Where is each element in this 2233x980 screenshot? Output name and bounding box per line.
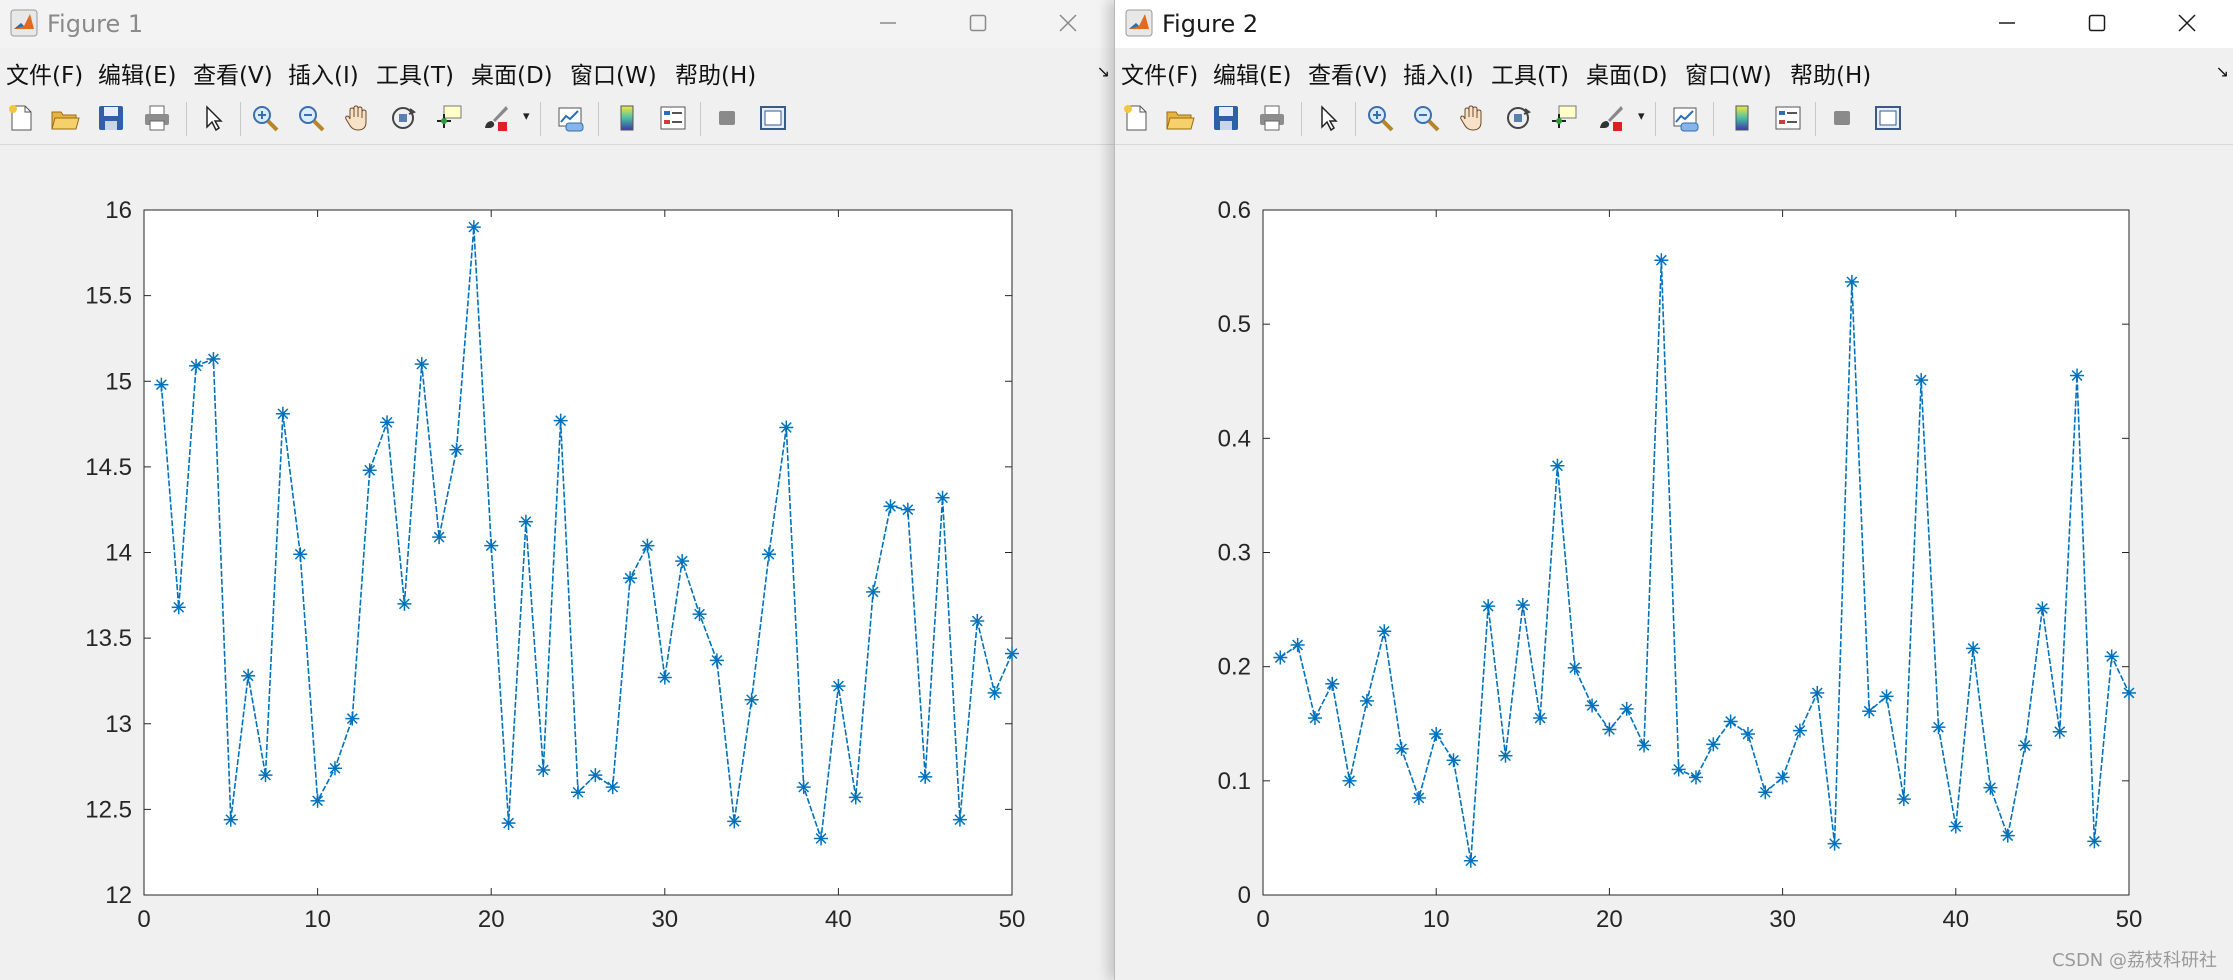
y-tick-label: 14 — [105, 540, 132, 567]
x-tick-label: 40 — [825, 906, 852, 933]
x-tick-label: 50 — [2116, 906, 2143, 933]
data-point-marker — [258, 768, 273, 783]
x-tick-label: 10 — [304, 906, 331, 933]
data-point-marker — [362, 463, 377, 478]
y-tick-label: 0.4 — [1218, 425, 1251, 452]
data-point-marker — [2122, 685, 2136, 700]
y-tick-label: 15.5 — [85, 283, 132, 310]
data-point-marker — [275, 406, 290, 421]
watermark: CSDN @荔枝科研社 — [2051, 950, 2217, 971]
data-point-marker — [935, 490, 950, 505]
y-tick-label: 13.5 — [85, 625, 132, 652]
figure-window-1: Figure 1 文件(F) 编辑(E) 查看(V) 插入(I) 工具(T) 桌… — [0, 0, 1114, 980]
y-tick-label: 12.5 — [85, 796, 132, 823]
figure-1-plot[interactable]: 0 10 20 30 40 50 12 12.5 13 13.5 14 14.5 15 15.5 16 — [0, 0, 1114, 980]
y-tick-label: 12 — [105, 882, 132, 909]
x-tick-label: 30 — [1769, 906, 1796, 933]
data-point-marker — [206, 351, 221, 366]
data-point-marker — [310, 793, 325, 808]
data-point-marker — [2070, 368, 2085, 383]
data-point-marker — [414, 357, 429, 372]
x-tick-label: 20 — [478, 906, 505, 933]
x-tick-label: 10 — [1423, 906, 1450, 933]
figure-window-2: Figure 2 文件(F) 编辑(E) 查看(V) 插入(I) 工具(T) 桌… — [1114, 0, 2233, 980]
y-tick-label: 0.3 — [1218, 540, 1251, 567]
y-tick-label: 0.5 — [1218, 311, 1251, 338]
x-tick-label: 30 — [651, 906, 678, 933]
data-point-marker — [154, 377, 169, 392]
axes-box — [1262, 209, 2130, 896]
x-tick-label: 40 — [1942, 906, 1969, 933]
data-point-marker — [1844, 274, 1859, 289]
x-tick-label: 20 — [1596, 906, 1623, 933]
y-tick-label: 0.6 — [1218, 197, 1251, 224]
data-point-marker — [571, 785, 585, 800]
y-tick-label: 0.1 — [1218, 768, 1251, 795]
y-tick-label: 14.5 — [85, 454, 132, 481]
y-tick-label: 16 — [105, 197, 132, 224]
y-tick-label: 0.2 — [1218, 654, 1251, 681]
data-point-marker — [466, 220, 481, 235]
x-tick-label: 50 — [999, 906, 1026, 933]
data-point-marker — [449, 442, 464, 457]
x-tick-label: 0 — [1256, 906, 1269, 933]
y-tick-label: 13 — [105, 711, 132, 738]
data-point-marker — [397, 596, 412, 611]
x-tick-label: 0 — [137, 906, 150, 933]
data-point-marker — [2104, 649, 2119, 664]
figure-2-plot[interactable]: 0 10 20 30 40 50 0 0.1 0.2 0.3 0.4 0.5 0.6 — [1115, 0, 2233, 980]
data-point-marker — [380, 415, 395, 430]
data-point-marker — [189, 358, 204, 373]
data-point-marker — [2052, 724, 2067, 739]
y-tick-label: 0 — [1238, 882, 1251, 909]
y-tick-label: 15 — [105, 368, 132, 395]
